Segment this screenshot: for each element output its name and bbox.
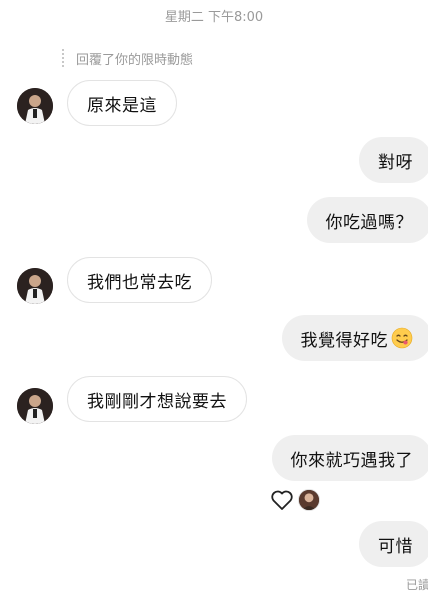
story-reply-label: 回覆了你的限時動態 [76,52,194,68]
message-bubble-incoming[interactable]: 我們也常去吃 [67,257,212,303]
message-text: 你吃過嗎？ [325,212,413,233]
message-bubble-incoming[interactable]: 原來是這 [67,80,177,126]
message-text: 我們也常去吃 [87,272,192,293]
reactor-avatar [298,489,320,511]
message-text: 對呀 [378,152,413,173]
contact-avatar[interactable] [17,88,53,124]
contact-avatar[interactable] [17,268,53,304]
heart-outline-icon[interactable] [270,489,294,511]
message-text: 原來是這 [87,95,157,116]
message-text: 我剛剛才想說要去 [87,391,227,412]
message-text: 可惜 [378,536,413,557]
contact-avatar[interactable] [17,388,53,424]
message-bubble-outgoing[interactable]: 對呀 [359,137,428,183]
reply-indicator-bar [62,49,64,67]
message-bubble-incoming[interactable]: 我剛剛才想說要去 [67,376,247,422]
message-text: 你來就巧遇我了 [290,450,413,471]
message-bubble-outgoing[interactable]: 你吃過嗎？ [306,197,428,243]
message-reactions[interactable] [270,489,320,511]
message-bubble-outgoing[interactable]: 你來就巧遇我了 [271,435,428,481]
message-text: 我覺得好吃 [300,330,388,351]
seen-status: 已讀 [405,578,428,592]
yum-face-emoji [391,327,413,349]
conversation-timestamp: 星期二 下午8:00 [164,10,264,25]
story-reply-note[interactable]: 回覆了你的限時動態 [62,48,193,68]
message-bubble-outgoing[interactable]: 可惜 [359,521,428,567]
message-bubble-outgoing[interactable]: 我覺得好吃 [281,315,428,361]
